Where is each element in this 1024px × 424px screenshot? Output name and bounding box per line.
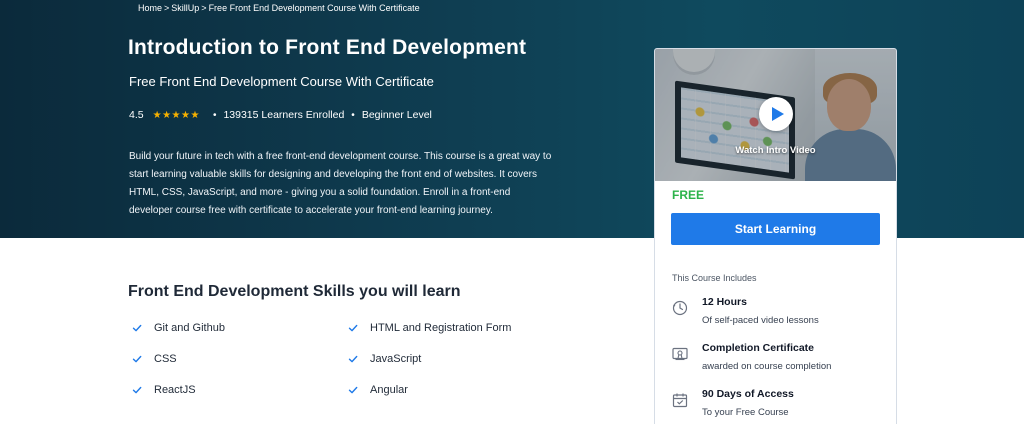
calendar-icon xyxy=(672,393,688,408)
skill-item: CSS xyxy=(132,353,177,365)
includes-heading: This Course Includes xyxy=(672,273,757,283)
skill-item: ReactJS xyxy=(132,384,196,396)
course-level: Beginner Level xyxy=(361,109,432,121)
start-learning-button[interactable]: Start Learning xyxy=(671,213,880,245)
clock-icon xyxy=(672,300,688,316)
check-icon xyxy=(348,355,358,363)
breadcrumb-separator: > xyxy=(201,3,207,13)
skill-item: Angular xyxy=(348,384,408,396)
include-title: 90 Days of Access xyxy=(702,388,794,400)
check-icon xyxy=(132,324,142,332)
skill-label: CSS xyxy=(154,353,177,365)
enroll-card: Watch Intro Video FREE Start Learning Th… xyxy=(654,48,897,424)
skills-heading: Front End Development Skills you will le… xyxy=(128,283,461,300)
skill-item: Git and Github xyxy=(132,322,225,334)
skill-label: Angular xyxy=(370,384,408,396)
include-subtitle: awarded on course completion xyxy=(702,361,832,372)
skill-label: ReactJS xyxy=(154,384,196,396)
course-title: Introduction to Front End Development xyxy=(128,36,527,59)
course-subtitle: Free Front End Development Course With C… xyxy=(129,74,434,89)
check-icon xyxy=(348,324,358,332)
rating-stars-icon: ★★★★★ xyxy=(152,109,200,121)
breadcrumb: Home > SkillUp > Free Front End Development … xyxy=(138,3,420,13)
check-icon xyxy=(132,355,142,363)
intro-video-thumbnail[interactable]: Watch Intro Video xyxy=(655,49,896,181)
check-icon xyxy=(132,386,142,394)
course-description: Build your future in tech with a free fr… xyxy=(129,151,552,216)
skill-label: Git and Github xyxy=(154,322,225,334)
breadcrumb-home-link[interactable]: Home xyxy=(138,3,162,13)
include-subtitle: Of self-paced video lessons xyxy=(702,315,819,326)
breadcrumb-separator: > xyxy=(164,3,170,13)
meta-bullet: • xyxy=(351,109,355,121)
price-label: FREE xyxy=(672,188,705,202)
include-title: 12 Hours xyxy=(702,296,747,308)
play-button[interactable] xyxy=(759,97,793,131)
include-subtitle: To your Free Course xyxy=(702,407,789,418)
include-title: Completion Certificate xyxy=(702,342,815,354)
rating-value: 4.5 xyxy=(129,109,144,121)
skill-label: HTML and Registration Form xyxy=(370,322,512,334)
skill-label: JavaScript xyxy=(370,353,422,365)
check-icon xyxy=(348,386,358,394)
skill-item: JavaScript xyxy=(348,353,421,365)
play-icon xyxy=(771,107,784,121)
certificate-icon xyxy=(672,347,688,361)
watch-intro-video-label[interactable]: Watch Intro Video xyxy=(655,145,896,156)
breadcrumb-skillup-link[interactable]: SkillUp xyxy=(171,3,199,13)
learners-enrolled: 139315 Learners Enrolled xyxy=(223,109,345,121)
course-meta: 4.5 ★★★★★ • 139315 Learners Enrolled • B… xyxy=(129,109,432,121)
meta-bullet: • xyxy=(212,109,217,121)
breadcrumb-current: Free Front End Development Course With C… xyxy=(208,3,420,13)
skill-item: HTML and Registration Form xyxy=(348,322,511,334)
